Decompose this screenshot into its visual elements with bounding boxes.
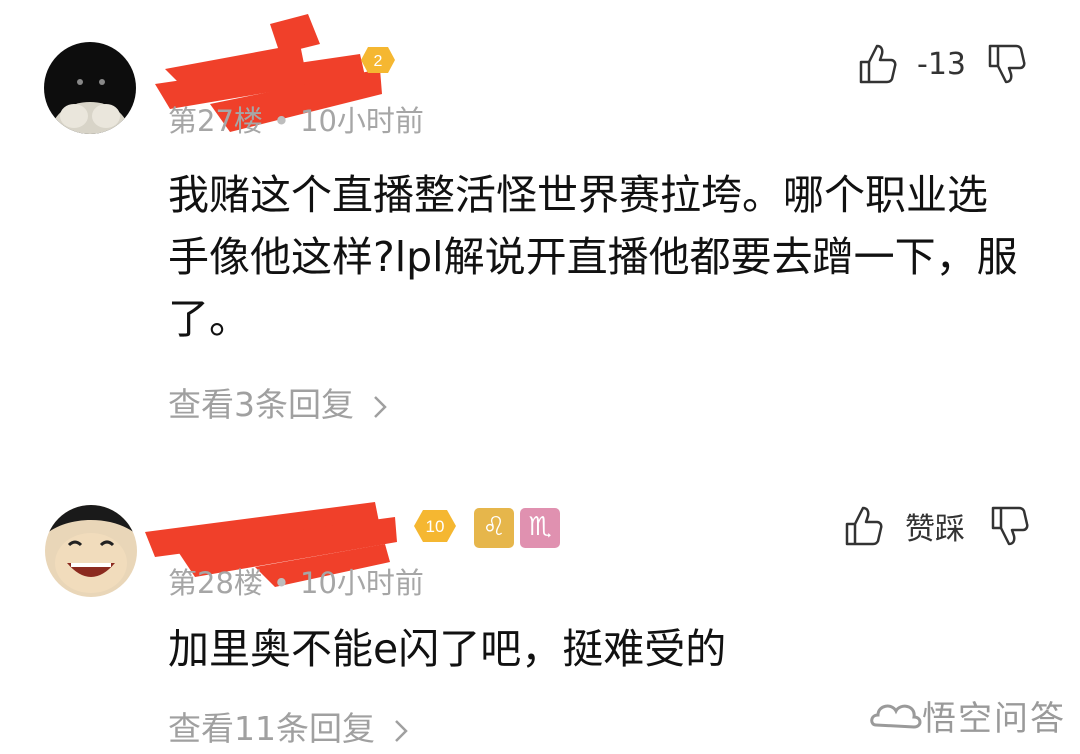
- level-badge: 10: [413, 508, 457, 548]
- floor-number: 第27楼: [168, 104, 263, 138]
- vote-controls: 赞踩: [843, 504, 1029, 548]
- separator-dot: •: [272, 566, 291, 600]
- avatar[interactable]: [44, 42, 136, 134]
- separator-dot: •: [272, 104, 291, 138]
- chevron-right-icon: [373, 395, 387, 418]
- comment-meta: 第28楼 • 10小时前: [168, 560, 424, 602]
- vote-controls: -13: [857, 42, 1026, 86]
- svg-text:2: 2: [374, 53, 383, 70]
- thumbs-up-icon[interactable]: [857, 42, 897, 86]
- view-replies-link[interactable]: 查看3条回复: [168, 378, 387, 426]
- floor-number: 第28楼: [168, 566, 263, 600]
- timestamp: 10小时前: [300, 566, 424, 600]
- vote-label: 赞踩: [905, 512, 965, 547]
- view-replies-label: 查看3条回复: [168, 385, 354, 424]
- comment-text: 加里奥不能e闪了吧，挺难受的: [168, 625, 727, 673]
- thumbs-down-icon[interactable]: [989, 504, 1029, 548]
- wukong-watermark: 悟空问答: [870, 691, 1066, 740]
- watermark-text: 悟空问答: [922, 699, 1066, 739]
- vote-count: -13: [917, 46, 966, 82]
- view-replies-link[interactable]: 查看11条回复: [168, 702, 408, 750]
- comment-meta: 第27楼 • 10小时前: [168, 98, 424, 140]
- leo-zodiac-tag: ♌: [474, 508, 514, 548]
- thumbs-down-icon[interactable]: [986, 42, 1026, 86]
- thumbs-up-icon[interactable]: [843, 504, 883, 548]
- wukong-cloud-icon: [870, 704, 922, 729]
- view-replies-label: 查看11条回复: [168, 709, 375, 748]
- avatar[interactable]: [45, 505, 137, 597]
- level-badge: 2: [360, 45, 396, 79]
- comment-text: 我赌这个直播整活怪世界赛拉垮。哪个职业选手像他这样?lpl解说开直播他都要去蹭一…: [168, 171, 1018, 343]
- chevron-right-icon: [394, 719, 408, 742]
- comment-item: 2 第27楼 • 10小时前 -13 我赌这个直播整活怪世界赛拉垮。哪个职业选手像他…: [0, 0, 1080, 470]
- scorpio-zodiac-tag: ♏: [520, 508, 560, 548]
- svg-text:10: 10: [426, 517, 445, 536]
- timestamp: 10小时前: [300, 104, 424, 138]
